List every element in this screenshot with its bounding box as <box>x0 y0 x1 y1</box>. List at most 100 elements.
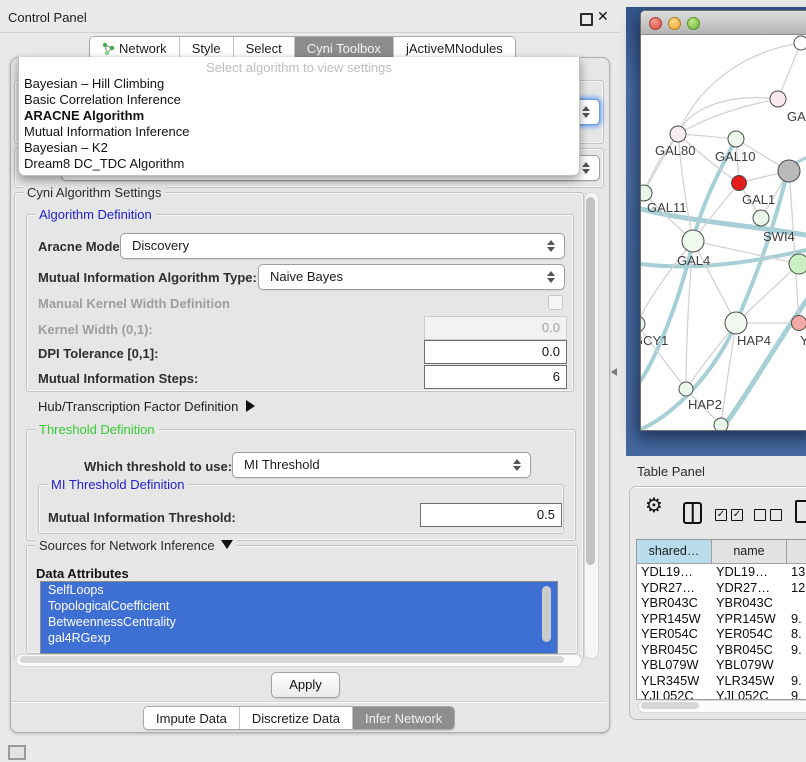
network-node[interactable] <box>725 312 747 334</box>
data-attribute-item[interactable]: BetweennessCentrality <box>41 614 557 630</box>
network-node[interactable] <box>641 185 652 201</box>
dropdown-option[interactable]: Mutual Information Inference <box>19 124 579 140</box>
network-node[interactable] <box>732 176 747 191</box>
deselect-all-icon[interactable] <box>770 509 782 521</box>
network-node[interactable] <box>682 230 704 252</box>
zoom-window-icon[interactable] <box>687 17 700 30</box>
network-node-label: GAL10 <box>715 149 755 164</box>
scrollbar-thumb[interactable] <box>641 702 699 709</box>
table-column-header[interactable]: name <box>712 540 787 563</box>
table-row[interactable]: YBL079WYBL079W <box>637 657 806 673</box>
gear-icon[interactable]: ⚙ <box>645 493 663 518</box>
table-cell: 9. <box>787 611 806 627</box>
which-threshold-combo[interactable]: MI Threshold <box>232 452 531 478</box>
network-node[interactable] <box>770 91 786 107</box>
table-row[interactable]: YDR27…YDR27…12 <box>637 580 806 596</box>
network-edge <box>778 43 801 99</box>
network-node[interactable] <box>641 316 645 332</box>
sources-group-title[interactable]: Sources for Network Inference <box>35 538 237 553</box>
scrollbar-thumb[interactable] <box>586 197 595 565</box>
tab-select-label: Select <box>246 41 282 56</box>
network-edge <box>678 98 778 134</box>
table-row[interactable]: YLR345WYLR345W9. <box>637 673 806 689</box>
splitter-collapse-arrow[interactable] <box>611 368 617 376</box>
new-table-icon[interactable] <box>795 500 806 523</box>
tab-infer-network[interactable]: Infer Network <box>353 707 454 729</box>
list-vertical-scrollbar[interactable] <box>542 585 552 648</box>
dropdown-option[interactable]: ARACNE Algorithm <box>19 108 579 124</box>
data-attribute-item[interactable]: TopologicalCoefficient <box>41 598 557 614</box>
table-column-header[interactable] <box>787 540 806 563</box>
dropdown-option[interactable]: Bayesian – Hill Climbing <box>19 76 579 92</box>
mi-steps-field[interactable]: 6 <box>424 365 567 389</box>
dpi-tolerance-field[interactable]: 0.0 <box>424 340 567 364</box>
deselect-all-icon[interactable] <box>754 509 766 521</box>
settings-vertical-scrollbar[interactable] <box>584 192 599 659</box>
network-node[interactable] <box>778 160 800 182</box>
manual-kernel-checkbox[interactable] <box>548 295 563 310</box>
kernel-width-field[interactable]: 0.0 <box>424 316 567 340</box>
table-cell: YDL19… <box>712 564 787 580</box>
network-node[interactable] <box>794 36 806 50</box>
table-horizontal-scrollbar[interactable] <box>638 700 806 713</box>
network-edge <box>678 134 736 139</box>
dropdown-option[interactable]: Basic Correlation Inference <box>19 92 579 108</box>
algorithm-dropdown-popup: Select algorithm to view settings Bayesi… <box>18 57 580 176</box>
tab-style[interactable]: Style <box>180 37 234 59</box>
table-row[interactable]: YBR043CYBR043C <box>637 595 806 611</box>
table-row[interactable]: YDL19…YDL19…13 <box>637 564 806 580</box>
network-desktop: GALGAL80GAL10GAL1GAL11GAL4SWI4GCY1HAP4YH… <box>626 7 806 456</box>
table-cell: YBR043C <box>712 595 787 611</box>
table-row[interactable]: YPR145WYPR145W9. <box>637 611 806 627</box>
tab-jactivemnodules[interactable]: jActiveMNodules <box>394 37 515 59</box>
table-cell: YPR145W <box>712 611 787 627</box>
split-table-icon[interactable] <box>683 502 702 524</box>
select-all-icon[interactable]: ✓ <box>731 509 743 521</box>
tab-select[interactable]: Select <box>234 37 295 59</box>
network-node[interactable] <box>753 210 769 226</box>
table-row[interactable]: YBR045CYBR045C9. <box>637 642 806 658</box>
collapsed-panel-icon[interactable] <box>8 745 26 760</box>
mi-type-combo[interactable]: Naive Bayes <box>258 264 565 290</box>
table-row[interactable]: YER054CYER054C8. <box>637 626 806 642</box>
network-window-titlebar[interactable] <box>641 11 806 35</box>
tab-impute-data-label: Impute Data <box>156 711 227 726</box>
settings-horizontal-scrollbar[interactable] <box>16 654 582 667</box>
close-window-icon[interactable] <box>649 17 662 30</box>
tab-discretize-data[interactable]: Discretize Data <box>240 707 353 729</box>
table-cell: YBR045C <box>637 642 712 658</box>
table-cell <box>787 595 806 611</box>
chevron-down-icon <box>221 540 233 549</box>
dropdown-option[interactable]: Dream8 DC_TDC Algorithm <box>19 156 579 172</box>
tab-network[interactable]: Network <box>90 37 180 59</box>
network-node-label: GAL80 <box>655 143 695 158</box>
network-node[interactable] <box>792 316 806 331</box>
table-cell: YDR27… <box>637 580 712 596</box>
network-node[interactable] <box>728 131 744 147</box>
data-attribute-item[interactable]: SelfLoops <box>41 582 557 598</box>
dropdown-option[interactable]: Bayesian – K2 <box>19 140 579 156</box>
hub-tf-definition-toggle[interactable]: Hub/Transcription Factor Definition <box>38 399 255 414</box>
network-canvas[interactable]: GALGAL80GAL10GAL1GAL11GAL4SWI4GCY1HAP4YH… <box>641 35 806 430</box>
network-node[interactable] <box>670 126 686 142</box>
aracne-mode-combo[interactable]: Discovery <box>120 233 565 259</box>
scrollbar-thumb[interactable] <box>542 586 551 642</box>
network-node[interactable] <box>714 418 728 430</box>
scrollbar-thumb[interactable] <box>20 656 564 663</box>
float-window-icon[interactable] <box>580 13 593 26</box>
table-row[interactable]: YJL052CYJL052C9. <box>637 688 806 700</box>
minimize-window-icon[interactable] <box>668 17 681 30</box>
data-attribute-item[interactable]: gal4RGexp <box>41 630 557 646</box>
tab-impute-data[interactable]: Impute Data <box>144 707 240 729</box>
tab-cyni-toolbox[interactable]: Cyni Toolbox <box>295 37 394 59</box>
network-view-window[interactable]: GALGAL80GAL10GAL1GAL11GAL4SWI4GCY1HAP4YH… <box>640 10 806 431</box>
dropdown-placeholder: Select algorithm to view settings <box>19 59 579 76</box>
network-node[interactable] <box>789 254 806 274</box>
node-table-header: shared…name <box>637 540 806 564</box>
close-icon[interactable]: ✕ <box>597 8 609 25</box>
network-node[interactable] <box>679 382 693 396</box>
table-column-header[interactable]: shared… <box>637 540 712 563</box>
select-all-icon[interactable]: ✓ <box>715 509 727 521</box>
apply-button[interactable]: Apply <box>271 672 340 698</box>
mi-threshold-field[interactable]: 0.5 <box>420 503 562 527</box>
